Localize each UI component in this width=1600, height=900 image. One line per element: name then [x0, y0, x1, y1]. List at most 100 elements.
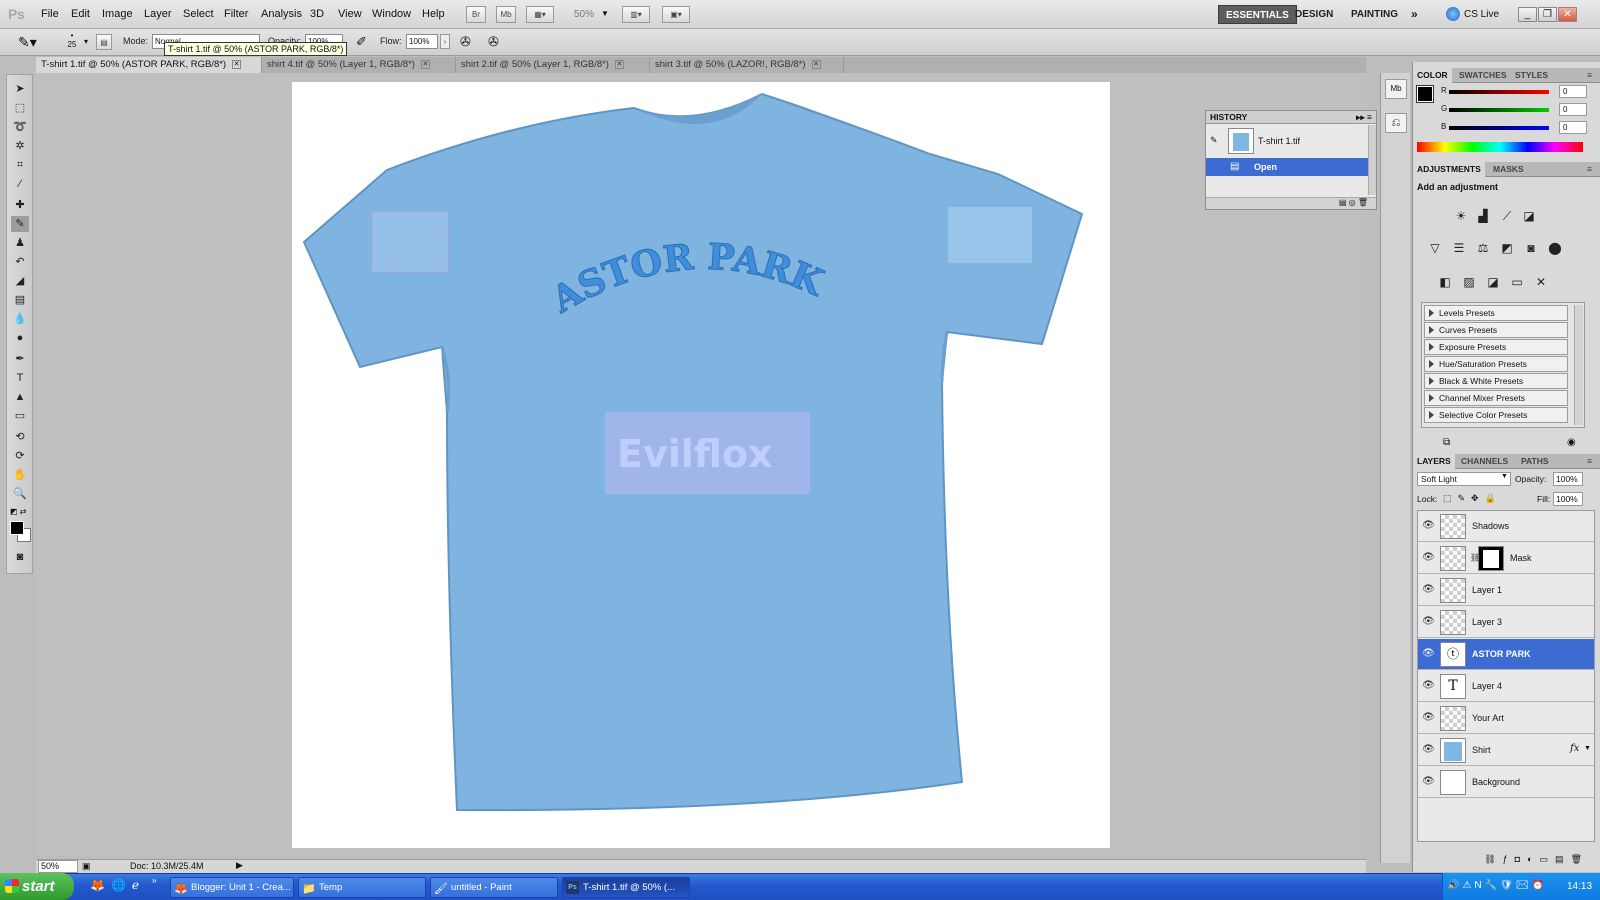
preset-black-white[interactable]: Black & White Presets: [1424, 373, 1568, 389]
doc-tab-shirt2[interactable]: shirt 2.tif @ 50% (Layer 1, RGB/8*) ✕: [456, 57, 650, 73]
preset-channel-mixer[interactable]: Channel Mixer Presets: [1424, 390, 1568, 406]
r-slider[interactable]: [1449, 90, 1549, 94]
restore-icon[interactable]: ❐: [1538, 7, 1557, 22]
workspace-essentials[interactable]: ESSENTIALS: [1218, 5, 1297, 24]
threshold-icon[interactable]: ◪: [1485, 274, 1501, 290]
gradient-tool-icon[interactable]: ▤: [11, 292, 29, 308]
panel-menu-icon[interactable]: ▸▸ ≡: [1356, 111, 1372, 124]
doc-tab-shirt4[interactable]: shirt 4.tif @ 50% (Layer 1, RGB/8*) ✕: [262, 57, 456, 73]
tab-layers[interactable]: LAYERS: [1413, 454, 1455, 469]
black-white-icon[interactable]: ◩: [1499, 240, 1515, 256]
fill-field[interactable]: 100%: [1553, 492, 1583, 506]
layer-row[interactable]: 👁 Shirt fx ▼: [1418, 735, 1594, 766]
zoom-tool-icon[interactable]: 🔍: [11, 486, 29, 502]
quick-launch-more-icon[interactable]: »: [152, 876, 156, 885]
trash-icon[interactable]: 🗑: [1358, 198, 1368, 207]
foreground-color-swatch[interactable]: [10, 521, 24, 535]
doc-tab-shirt3[interactable]: shirt 3.tif @ 50% (LAZOR!, RGB/8*) ✕: [650, 57, 844, 73]
panel-menu-icon[interactable]: ≡: [1583, 68, 1596, 83]
close-icon[interactable]: ✕: [420, 59, 430, 69]
g-field[interactable]: 0: [1559, 103, 1587, 116]
eye-icon[interactable]: 👁: [1422, 552, 1435, 563]
eraser-tool-icon[interactable]: ◢: [11, 273, 29, 289]
brightness-icon[interactable]: ☀: [1453, 208, 1469, 224]
add-mask-icon[interactable]: ◘: [1515, 854, 1527, 864]
curves-icon[interactable]: ⟋: [1499, 208, 1515, 224]
brush-tool-icon[interactable]: ✎: [11, 216, 29, 232]
panel-menu-icon[interactable]: ≡: [1583, 162, 1596, 177]
lock-icons[interactable]: ⬚✎✥🔒: [1443, 493, 1502, 504]
menu-edit[interactable]: Edit: [71, 8, 90, 20]
pen-tool-icon[interactable]: ✒: [11, 351, 29, 367]
menu-filter[interactable]: Filter: [224, 8, 248, 20]
close-icon[interactable]: ✕: [811, 59, 821, 69]
marquee-tool-icon[interactable]: ⬚: [11, 100, 29, 116]
preset-selective-color[interactable]: Selective Color Presets: [1424, 407, 1568, 423]
eye-icon[interactable]: 👁: [1422, 776, 1435, 787]
tab-swatches[interactable]: SWATCHES: [1455, 68, 1511, 83]
history-brush-tool-icon[interactable]: ↶: [11, 254, 29, 270]
status-info-icon[interactable]: ▣: [82, 861, 91, 872]
levels-icon[interactable]: ▟: [1475, 208, 1491, 224]
b-slider[interactable]: [1449, 126, 1549, 130]
clip-to-layer-icon[interactable]: ⧉: [1443, 437, 1450, 448]
preset-curves[interactable]: Curves Presets: [1424, 322, 1568, 338]
bridge-button[interactable]: Br: [466, 6, 486, 23]
layer-row[interactable]: 👁 Shadows: [1418, 511, 1594, 542]
eye-icon[interactable]: 👁: [1422, 712, 1435, 723]
adjustment-layer-icon[interactable]: ◐: [1527, 854, 1539, 864]
doc-tab-tshirt1[interactable]: T-shirt 1.tif @ 50% (ASTOR PARK, RGB/8*)…: [36, 57, 262, 73]
tab-channels[interactable]: CHANNELS: [1457, 454, 1512, 469]
preset-exposure[interactable]: Exposure Presets: [1424, 339, 1568, 355]
task-photoshop[interactable]: Ps T-shirt 1.tif @ 50% (...: [562, 877, 690, 898]
hand-tool-icon[interactable]: ✋: [11, 467, 29, 483]
snapshot-icon[interactable]: ◎: [1349, 198, 1356, 207]
screen-mode-icon[interactable]: ▣▾: [662, 6, 690, 23]
airbrush-toggle-icon[interactable]: ✇: [460, 34, 471, 50]
arrange-documents-icon[interactable]: ▥▾: [622, 6, 650, 23]
visibility-toggle-icon[interactable]: ◉: [1567, 437, 1576, 448]
eye-icon[interactable]: 👁: [1422, 680, 1435, 691]
layer-row[interactable]: 👁 T Layer 4: [1418, 671, 1594, 702]
airbrush-icon[interactable]: ✐: [356, 34, 367, 50]
close-icon[interactable]: ✕: [1558, 7, 1577, 22]
presets-scrollbar[interactable]: [1574, 305, 1583, 425]
preset-hue-saturation[interactable]: Hue/Saturation Presets: [1424, 356, 1568, 372]
workspace-painting[interactable]: PAINTING: [1344, 5, 1405, 24]
chevron-down-icon[interactable]: ▾: [84, 37, 88, 46]
menu-help[interactable]: Help: [422, 8, 445, 20]
invert-icon[interactable]: ◧: [1437, 274, 1453, 290]
eyedropper-tool-icon[interactable]: ⁄: [11, 176, 29, 192]
chevron-down-icon[interactable]: ▼: [1584, 745, 1591, 752]
brush-tool-icon[interactable]: ✎▾: [18, 34, 37, 51]
layer-row[interactable]: 👁 Layer 1: [1418, 575, 1594, 606]
task-paint[interactable]: 🖌 untitled - Paint: [430, 877, 558, 898]
3d-rotate-tool-icon[interactable]: ⟲: [11, 429, 29, 445]
shape-tool-icon[interactable]: ▭: [11, 408, 29, 424]
gradient-map-icon[interactable]: ▭: [1509, 274, 1525, 290]
eye-icon[interactable]: 👁: [1422, 584, 1435, 595]
exposure-icon[interactable]: ◪: [1521, 208, 1537, 224]
preset-levels[interactable]: Levels Presets: [1424, 305, 1568, 321]
cs-live-menu[interactable]: CS Live: [1464, 9, 1499, 20]
clone-stamp-tool-icon[interactable]: ♟: [11, 235, 29, 251]
quick-launch-icons[interactable]: 🦊🌐ℯ: [90, 878, 145, 892]
eye-icon[interactable]: 👁: [1422, 648, 1435, 659]
link-layers-icon[interactable]: ⛓: [1484, 854, 1502, 864]
path-selection-tool-icon[interactable]: ▲: [11, 389, 29, 405]
g-slider[interactable]: [1449, 108, 1549, 112]
history-panel-icon[interactable]: ⎌: [1385, 113, 1407, 133]
layer-style-icon[interactable]: ƒ: [1503, 854, 1515, 864]
tablet-pressure-icon[interactable]: ✇: [488, 34, 499, 50]
dodge-tool-icon[interactable]: ●: [11, 330, 29, 346]
flow-slider-button[interactable]: ›: [440, 34, 450, 49]
quick-select-tool-icon[interactable]: ✲: [11, 138, 29, 154]
minibridge-button[interactable]: Mb: [496, 6, 516, 23]
layer-opacity-field[interactable]: 100%: [1553, 472, 1583, 486]
color-fg-swatch[interactable]: [1416, 85, 1434, 103]
default-colors-icon[interactable]: ◩ ⇄: [10, 507, 26, 516]
color-balance-icon[interactable]: ⚖: [1475, 240, 1491, 256]
color-spectrum-ramp[interactable]: [1417, 142, 1583, 152]
task-blogger[interactable]: 🦊 Blogger: Unit 1 - Crea...: [170, 877, 294, 898]
menu-analysis[interactable]: Analysis: [261, 8, 302, 20]
